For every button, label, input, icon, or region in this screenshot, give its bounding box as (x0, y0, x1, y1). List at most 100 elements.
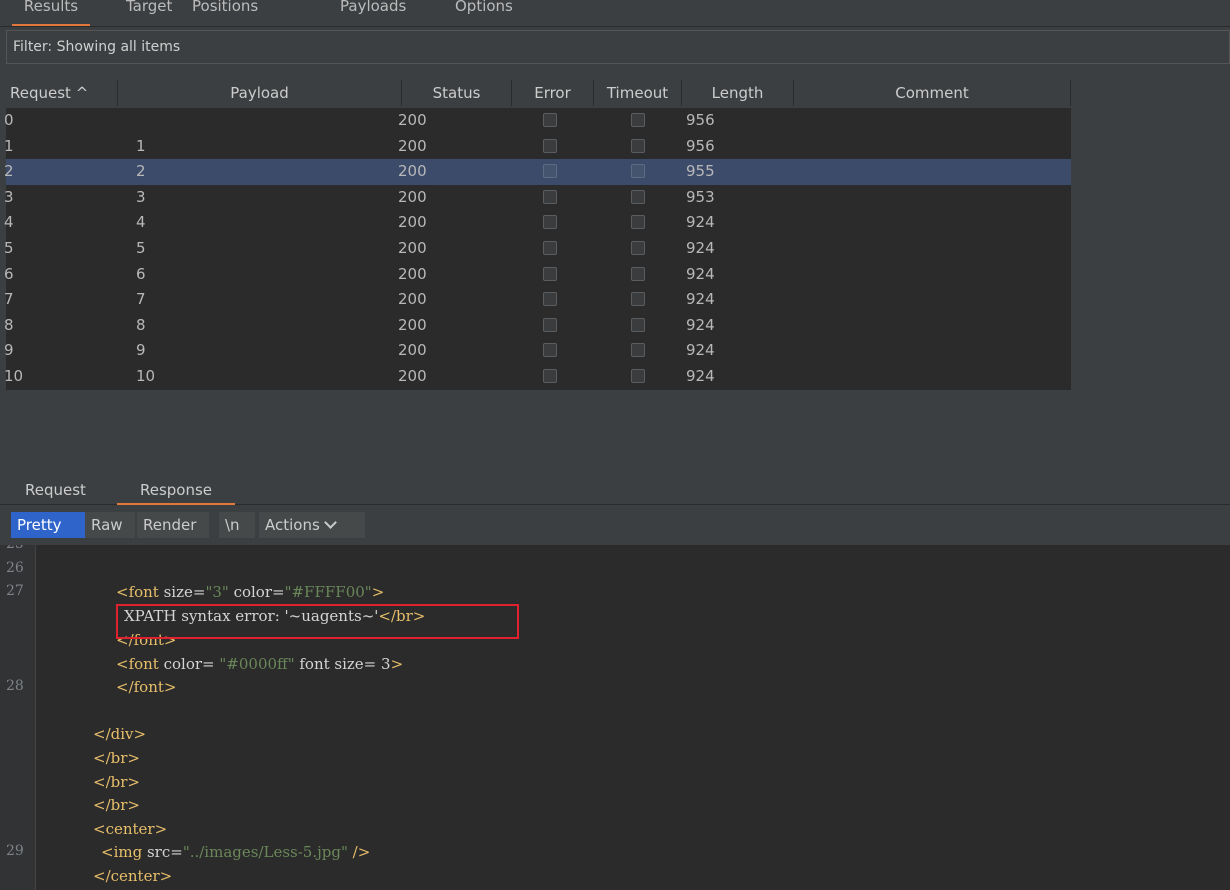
cell-request: 10 (4, 366, 24, 385)
filter-bar[interactable]: Filter: Showing all items (6, 30, 1230, 64)
table-row[interactable]: 0 200 956 (4, 108, 1071, 134)
timeout-checkbox[interactable] (631, 113, 645, 127)
cell-request: 7 (4, 290, 14, 309)
timeout-checkbox[interactable] (631, 292, 645, 307)
table-row[interactable]: 8 8 200 924 (4, 312, 1071, 339)
cell-request: 8 (4, 315, 14, 334)
column-header-error[interactable]: Error (512, 80, 594, 106)
show-newlines-button[interactable]: \n (219, 512, 255, 538)
line-number: 25 (6, 545, 24, 552)
tab-options[interactable]: Options (455, 0, 513, 21)
tab-target[interactable]: Target (126, 0, 172, 21)
timeout-checkbox[interactable] (631, 343, 645, 358)
error-checkbox[interactable] (543, 113, 557, 127)
cell-status: 200 (398, 264, 427, 283)
table-row[interactable]: 3 3 200 953 (4, 184, 1071, 211)
timeout-checkbox[interactable] (631, 189, 645, 204)
error-checkbox[interactable] (543, 189, 557, 204)
actions-label: Actions (265, 516, 320, 534)
raw-button[interactable]: Raw (85, 512, 135, 538)
cell-status: 200 (398, 366, 427, 385)
tab-payloads[interactable]: Payloads (340, 0, 406, 21)
timeout-checkbox[interactable] (631, 164, 645, 179)
column-header-request[interactable]: Request ^ (6, 80, 118, 106)
line-number: 28 (6, 678, 24, 694)
error-checkbox[interactable] (543, 343, 557, 358)
column-header-timeout[interactable]: Timeout (594, 80, 682, 106)
timeout-checkbox[interactable] (631, 240, 645, 255)
pretty-button[interactable]: Pretty (11, 512, 85, 538)
table-row[interactable]: 1 1 200 956 (4, 133, 1071, 160)
error-checkbox[interactable] (543, 240, 557, 255)
table-row[interactable]: 10 10 200 924 (4, 363, 1071, 390)
timeout-checkbox[interactable] (631, 368, 645, 383)
cell-status: 200 (398, 136, 427, 155)
timeout-checkbox[interactable] (631, 266, 645, 281)
request-response-tab-bar: Request Response (0, 470, 1230, 505)
code-line: </div> (93, 725, 147, 743)
table-row[interactable]: 6 6 200 924 (4, 261, 1071, 288)
cell-request: 0 (4, 111, 14, 129)
line-number: 26 (6, 560, 24, 576)
error-checkbox[interactable] (543, 215, 557, 230)
error-checkbox[interactable] (543, 266, 557, 281)
tab-request[interactable]: Request (25, 477, 86, 503)
render-button[interactable]: Render (137, 512, 209, 538)
code-line: </br> (93, 773, 140, 791)
cell-status: 200 (398, 238, 427, 257)
cell-payload: 1 (136, 136, 146, 155)
actions-menu-button[interactable]: Actions (259, 512, 365, 538)
column-header-status[interactable]: Status (402, 80, 512, 106)
tab-results[interactable]: Results (12, 0, 90, 26)
tab-positions[interactable]: Positions (192, 0, 258, 21)
cell-length: 953 (686, 187, 715, 206)
line-number: 29 (6, 843, 24, 859)
cell-status: 200 (398, 162, 427, 181)
table-row[interactable]: 9 9 200 924 (4, 338, 1071, 364)
timeout-checkbox[interactable] (631, 317, 645, 332)
error-checkbox[interactable] (543, 292, 557, 307)
column-header-length[interactable]: Length (682, 80, 794, 106)
table-header: Request ^ Payload Status Error Timeout L… (6, 80, 1230, 106)
error-checkbox[interactable] (543, 138, 557, 153)
cell-payload: 9 (136, 341, 146, 360)
tab-response[interactable]: Response (117, 477, 235, 505)
timeout-checkbox[interactable] (631, 138, 645, 153)
cell-request: 4 (4, 213, 14, 232)
error-checkbox[interactable] (543, 317, 557, 332)
cell-request: 2 (4, 162, 14, 181)
code-line: <font color= "#0000ff" font size= 3> (116, 655, 404, 673)
cell-request: 3 (4, 187, 14, 206)
line-number: 27 (6, 583, 24, 599)
view-toolbar: Pretty Raw Render \n Actions (0, 505, 1230, 545)
cell-payload: 7 (136, 290, 146, 309)
cell-length: 956 (686, 136, 715, 155)
results-table: Request ^ Payload Status Error Timeout L… (4, 72, 1230, 464)
line-number-gutter: 25 26 27 28 29 (0, 545, 36, 890)
code-line: </br> (93, 749, 140, 767)
column-header-comment[interactable]: Comment (794, 80, 1071, 106)
table-row[interactable]: 4 4 200 924 (4, 210, 1071, 236)
table-row[interactable]: 5 5 200 924 (4, 235, 1071, 262)
cell-length: 924 (686, 213, 715, 232)
cell-status: 200 (398, 315, 427, 334)
column-header-payload[interactable]: Payload (118, 80, 402, 106)
code-line: <img src="../images/Less-5.jpg" /> (101, 843, 371, 861)
cell-status: 200 (398, 187, 427, 206)
cell-payload: 10 (136, 366, 156, 385)
table-row[interactable]: 7 7 200 924 (4, 287, 1071, 313)
cell-length: 955 (686, 162, 715, 181)
cell-length: 924 (686, 238, 715, 257)
error-checkbox[interactable] (543, 164, 557, 179)
timeout-checkbox[interactable] (631, 215, 645, 230)
table-empty-area (6, 390, 1230, 464)
code-line: <center> (93, 820, 168, 838)
table-row[interactable]: 2 2 200 955 (4, 159, 1071, 185)
table-body: 0 200 956 1 1 200 956 2 2 200 955 3 3 200 953 4 4 200 924 5… (4, 108, 1071, 390)
cell-status: 200 (398, 213, 427, 232)
cell-payload: 2 (136, 162, 146, 181)
error-checkbox[interactable] (543, 368, 557, 383)
cell-status: 200 (398, 341, 427, 360)
response-editor[interactable]: 25 26 27 28 29 <font size="3" color="#FF… (0, 545, 1230, 890)
cell-length: 924 (686, 366, 715, 385)
